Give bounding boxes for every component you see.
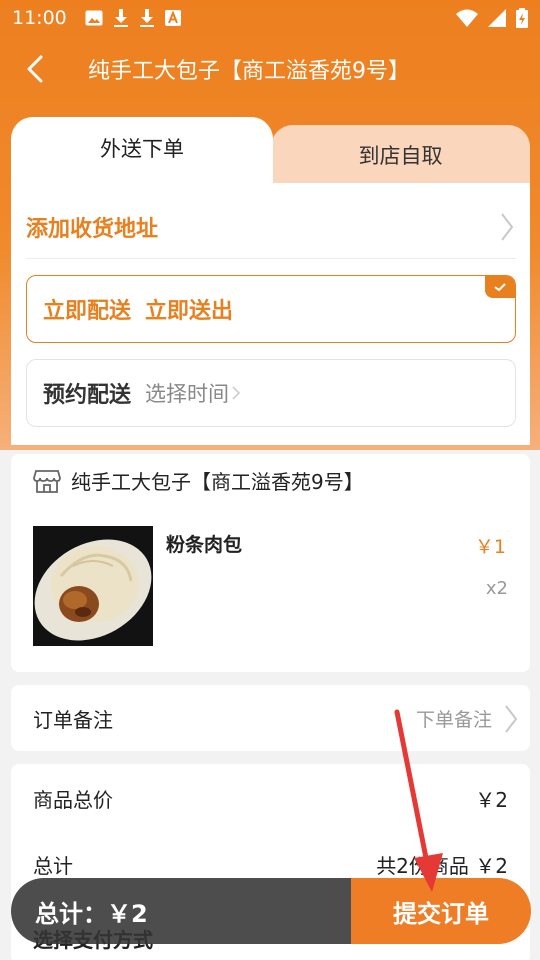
item-name: 粉条肉包 — [166, 534, 243, 556]
store-header: 纯手工大包子【商工溢香苑9号】 — [33, 466, 364, 495]
status-bar: 11:00 — [0, 0, 540, 36]
page-title: 纯手工大包子【商工溢香苑9号】 — [88, 59, 410, 84]
goods-total-label: 商品总价 — [33, 788, 113, 812]
grand-total-value: 共2份商品 ￥2 — [376, 854, 508, 878]
signal-icon — [488, 9, 506, 27]
a-icon — [164, 10, 181, 26]
download-icon — [113, 9, 128, 27]
tab-pickup[interactable]: 到店自取 — [271, 125, 530, 185]
grand-total-label: 总计 — [33, 854, 73, 878]
checkout-total: 总计：￥2 — [11, 878, 351, 944]
goods-total-value: ￥2 — [475, 788, 508, 812]
selected-check-icon — [485, 276, 515, 298]
status-right-icons — [456, 8, 528, 28]
grand-total-row: 总计 共2份商品 ￥2 — [33, 850, 508, 879]
order-note-label: 订单备注 — [33, 707, 113, 732]
chevron-right-icon — [505, 705, 518, 733]
status-time: 11:00 — [12, 7, 67, 29]
store-name: 纯手工大包子【商工溢香苑9号】 — [71, 470, 364, 494]
store-card: 纯手工大包子【商工溢香苑9号】 粉条肉包 ￥1 x2 — [11, 454, 530, 672]
submit-order-button[interactable]: 提交订单 — [351, 878, 531, 944]
chevron-right-icon — [232, 386, 241, 400]
download-icon — [139, 9, 154, 27]
tab-delivery[interactable]: 外送下单 — [11, 117, 273, 185]
scheduled-delivery-label: 预约配送 — [43, 383, 132, 408]
order-note-row[interactable]: 订单备注 下单备注 — [11, 685, 530, 751]
back-arrow-icon — [27, 55, 43, 83]
add-address-row[interactable]: 添加收货地址 — [26, 195, 516, 259]
goods-total-row: 商品总价 ￥2 — [33, 784, 508, 813]
wifi-icon — [456, 9, 478, 27]
battery-icon — [516, 8, 528, 28]
scheduled-delivery-option[interactable]: 预约配送 选择时间 — [26, 359, 516, 427]
add-address-label: 添加收货地址 — [26, 216, 159, 242]
item-price: ￥1 — [474, 536, 506, 558]
nav-bar: 纯手工大包子【商工溢香苑9号】 — [0, 40, 540, 98]
checkout-bar: 总计：￥2 提交订单 — [11, 878, 531, 944]
status-left-icons — [85, 9, 181, 27]
order-type-panel: 到店自取 外送下单 添加收货地址 立即配送 立即送出 预约配送 选择时间 — [11, 117, 530, 445]
order-note-hint: 下单备注 — [415, 708, 492, 731]
delivery-options: 添加收货地址 立即配送 立即送出 预约配送 选择时间 — [11, 183, 530, 445]
immediate-delivery-option[interactable]: 立即配送 立即送出 — [26, 275, 516, 343]
image-icon — [85, 10, 103, 26]
immediate-delivery-label: 立即配送 — [43, 299, 132, 324]
product-image — [33, 526, 153, 646]
immediate-delivery-value: 立即送出 — [145, 299, 234, 324]
back-button[interactable] — [0, 40, 70, 98]
scheduled-delivery-value: 选择时间 — [145, 382, 230, 406]
item-quantity: x2 — [485, 578, 508, 599]
chevron-right-icon — [501, 212, 514, 241]
store-icon — [33, 469, 61, 493]
